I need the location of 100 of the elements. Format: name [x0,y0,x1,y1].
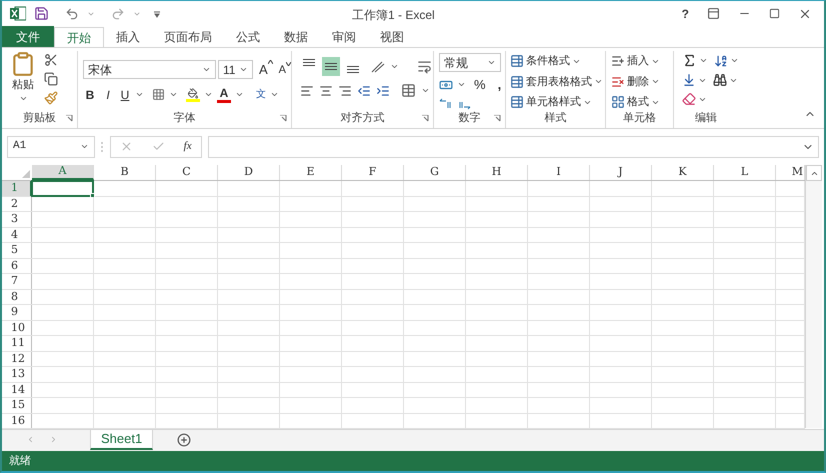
align-icon [303,59,315,67]
dialog-launcher-icon[interactable] [494,115,501,122]
column-header[interactable]: G [404,165,466,180]
row-header[interactable]: 7 [2,274,32,288]
ribbon-tab[interactable]: 视图 [368,26,416,47]
sheet-tab[interactable]: Sheet1 [90,430,154,450]
column-header[interactable]: J [590,165,652,180]
row-header[interactable]: 13 [2,367,32,382]
ribbon-display-icon[interactable] [707,7,720,20]
column-header[interactable]: K [652,165,714,180]
customize-toolbar-icon[interactable] [153,10,161,18]
styles-menu-button[interactable]: 条件格式 [510,53,603,70]
ribbon-tab[interactable]: 开始 [54,27,104,48]
help-button[interactable]: ? [682,4,689,22]
align-left-icon[interactable] [300,84,314,98]
paste-button[interactable]: 粘贴 [10,51,36,110]
borders-icon[interactable] [152,88,165,101]
undo-icon[interactable] [65,6,79,20]
file-tab[interactable]: 文件 [2,26,54,47]
insert-function-button[interactable]: fx [184,138,192,155]
column-header[interactable]: L [714,165,776,180]
cells-menu-button[interactable]: 格式 [611,94,660,110]
row-header[interactable]: 15 [2,398,32,412]
bold-button[interactable]: B [83,86,97,104]
dialog-launcher-icon[interactable] [422,115,429,122]
group-label: 样式 [544,111,566,125]
comma-button[interactable]: , [498,75,502,94]
vertical-scrollbar[interactable] [805,165,822,428]
column-header[interactable]: H [466,165,528,180]
styles-menu-button[interactable]: 套用表格格式 [510,74,603,90]
italic-button[interactable]: I [101,86,115,104]
indent-decrease-icon[interactable] [357,84,371,98]
row-header[interactable]: 3 [2,212,32,226]
row-header[interactable]: 10 [2,320,32,335]
ribbon-tab[interactable]: 数据 [272,26,320,47]
row-header[interactable]: 16 [2,414,32,428]
formula-input-field[interactable] [208,136,819,158]
excel-logo-icon[interactable] [10,6,26,21]
percent-button[interactable]: % [474,75,486,94]
sort-filter-icon[interactable] [714,54,728,68]
fill-icon[interactable] [682,73,696,87]
row-header[interactable]: 1 [2,181,32,196]
ribbon-tab[interactable]: 页面布局 [152,26,224,47]
row-header[interactable]: 12 [2,352,32,366]
align-icon [325,62,337,70]
insert-cells-icon [611,54,625,68]
font-name-field[interactable]: 宋体 [83,60,216,80]
cut-icon[interactable] [44,53,58,67]
styles-menu-button[interactable]: 单元格样式 [510,94,603,110]
format-painter-icon[interactable] [44,91,58,105]
maximize-icon[interactable] [769,8,780,19]
number-format-field[interactable]: 常规 [439,53,501,72]
merge-cells-icon[interactable] [401,83,416,98]
ribbon-tab[interactable]: 插入 [104,26,152,47]
row-header[interactable]: 9 [2,305,32,320]
group-label: 编辑 [695,111,717,125]
dialog-launcher-icon[interactable] [280,115,287,122]
autosum-icon[interactable] [682,53,697,68]
row-header[interactable]: 6 [2,258,32,273]
row-header[interactable]: 4 [2,228,32,242]
phonetic-button[interactable]: 文 [256,87,266,102]
column-header[interactable]: D [218,165,280,180]
font-color-button[interactable]: A [217,86,231,102]
font-size-field[interactable]: 11 [218,60,253,80]
row-header[interactable]: 14 [2,382,32,397]
caret-icon [421,86,430,95]
new-sheet-icon[interactable] [177,433,192,447]
ribbon-tab[interactable]: 审阅 [320,26,368,47]
row-header[interactable]: 8 [2,290,32,304]
column-header[interactable]: A [32,165,94,180]
align-button[interactable] [322,57,340,76]
column-header[interactable]: F [342,165,404,180]
clear-icon[interactable] [682,92,696,106]
status-text: 就绪 [9,454,31,469]
cells-menu-button[interactable]: 插入 [611,53,660,70]
active-cell-cursor[interactable] [31,180,94,196]
name-box[interactable]: A1 [7,136,95,158]
ribbon-tab[interactable]: 公式 [224,26,272,47]
underline-button[interactable]: U [119,86,131,104]
column-header[interactable]: E [280,165,342,180]
grow-font-button[interactable]: A [259,60,273,80]
find-icon[interactable] [713,73,727,87]
row-header[interactable]: 11 [2,336,32,350]
indent-increase-icon[interactable] [376,84,390,98]
wrap-text-icon[interactable] [417,59,432,74]
dialog-launcher-icon[interactable] [66,115,73,122]
column-header[interactable]: C [156,165,218,180]
align-right-icon[interactable] [338,84,352,98]
save-icon[interactable] [34,6,49,21]
copy-icon[interactable] [44,72,58,86]
row-header[interactable]: 2 [2,196,32,211]
shrink-font-button[interactable]: A [278,62,291,78]
cells-menu-button[interactable]: 删除 [611,74,660,90]
column-header[interactable]: I [528,165,590,180]
align-center-icon[interactable] [319,84,333,98]
row-header[interactable]: 5 [2,243,32,258]
increase-decimal-icon[interactable] [439,98,452,110]
fill-color-icon[interactable] [186,88,200,102]
column-header[interactable]: B [94,165,156,180]
orientation-icon[interactable] [370,60,386,74]
